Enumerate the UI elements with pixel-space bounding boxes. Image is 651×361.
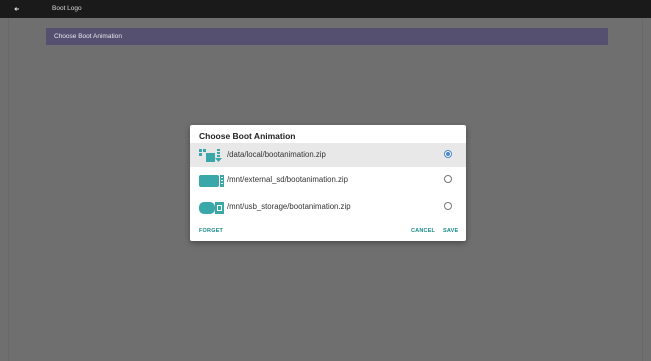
- option-external-sd[interactable]: /mnt/external_sd/bootanimation.zip: [190, 168, 466, 192]
- save-button[interactable]: SAVE: [443, 228, 458, 234]
- cancel-button[interactable]: CANCEL: [411, 228, 435, 234]
- right-divider: [642, 18, 643, 361]
- settings-item-label: Choose Boot Animation: [54, 33, 122, 40]
- usb-storage-icon: [199, 202, 224, 214]
- forget-button[interactable]: FORGET: [199, 228, 223, 234]
- option-label: /mnt/usb_storage/bootanimation.zip: [227, 202, 351, 211]
- option-data-local[interactable]: /data/local/bootanimation.zip: [190, 143, 466, 167]
- option-usb-storage[interactable]: /mnt/usb_storage/bootanimation.zip: [190, 195, 466, 219]
- screen-background: Boot Logo Choose Boot Animation Choose B…: [0, 0, 651, 361]
- internal-storage-icon: [199, 149, 222, 162]
- option-label: /data/local/bootanimation.zip: [227, 150, 326, 159]
- top-app-bar: Boot Logo: [0, 0, 651, 18]
- page-title: Boot Logo: [52, 5, 82, 12]
- arrow-left-icon[interactable]: [12, 4, 22, 14]
- sd-card-icon: [199, 175, 224, 187]
- settings-item-choose-boot-animation[interactable]: Choose Boot Animation: [46, 28, 608, 45]
- dialog-title: Choose Boot Animation: [199, 131, 296, 141]
- radio-button[interactable]: [444, 202, 452, 210]
- choose-boot-animation-dialog: Choose Boot Animation /data/local/bootan…: [190, 125, 466, 241]
- radio-button-selected[interactable]: [444, 150, 452, 158]
- radio-button[interactable]: [444, 175, 452, 183]
- left-divider: [8, 18, 9, 361]
- option-label: /mnt/external_sd/bootanimation.zip: [227, 175, 348, 184]
